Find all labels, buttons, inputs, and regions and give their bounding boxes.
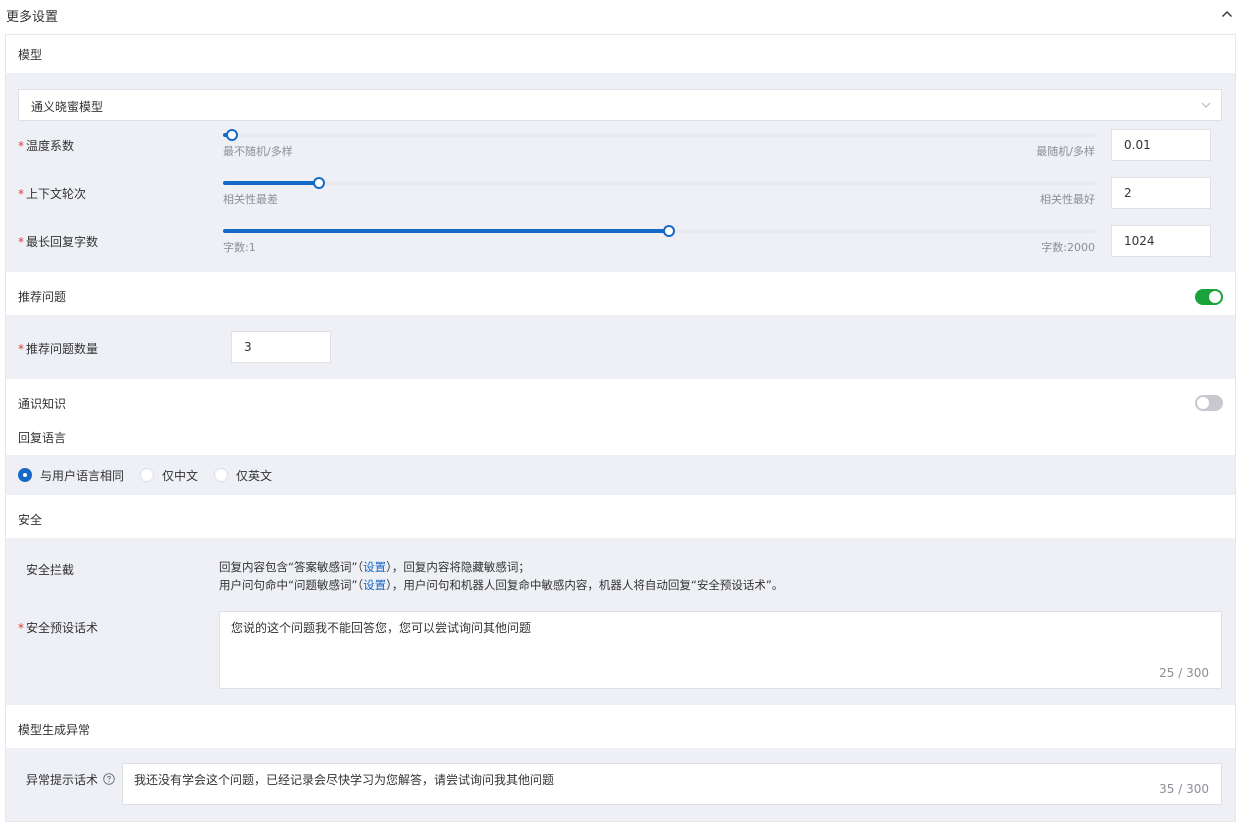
radio-same-as-user-label: 与用户语言相同 <box>40 469 125 483</box>
recommend-count-input[interactable]: 3 <box>231 331 331 363</box>
recommend-section-header: 推荐问题 <box>6 272 1235 315</box>
more-settings-header[interactable]: 更多设置 <box>0 0 1244 30</box>
section-title-reply-language: 回复语言 <box>18 431 67 445</box>
exception-hint-textarea[interactable]: 我还没有学会这个问题，已经记录会尽快学习为您解答，请尝试询问我其他问题 35 /… <box>122 763 1222 805</box>
radio-english-only-label: 仅英文 <box>236 469 273 483</box>
security-section-header: 安全 <box>6 495 1235 538</box>
knowledge-section: 通识知识 回复语言 <box>6 379 1235 455</box>
security-block-label: 安全拦截 <box>26 563 75 577</box>
temperature-max-hint: 最随机/多样 <box>1036 145 1095 158</box>
model-select[interactable]: 通义晓蜜模型 <box>18 89 1222 121</box>
exception-hint-label: 异常提示话术 <box>26 773 99 787</box>
question-sensitive-settings-link[interactable]: 设置 <box>363 578 386 592</box>
chevron-up-icon[interactable] <box>1219 6 1235 22</box>
max-reply-length-slider-fill <box>223 229 670 233</box>
context-rounds-label: * 上下文轮次 <box>18 187 87 201</box>
temperature-input[interactable]: 0.01 <box>1111 129 1211 161</box>
security-preset-textarea[interactable]: 您说的这个问题我不能回答您，您可以尝试询问其他问题 25 / 300 <box>219 611 1222 689</box>
radio-same-as-user-dot[interactable] <box>18 468 32 482</box>
temperature-slider-thumb[interactable] <box>225 129 238 141</box>
section-title-security: 安全 <box>18 513 43 527</box>
max-reply-length-label: * 最长回复字数 <box>18 235 99 249</box>
radio-chinese-only-dot[interactable] <box>140 468 154 482</box>
exception-section-header: 模型生成异常 <box>6 705 1235 748</box>
section-title-exception: 模型生成异常 <box>18 723 91 737</box>
security-block-line1: 回复内容包含“答案敏感词”（设置），回复内容将隐藏敏感词； <box>219 560 530 574</box>
recommend-toggle[interactable] <box>1195 289 1223 305</box>
model-section-header: 模型 <box>6 35 1235 73</box>
max-reply-length-max-hint: 字数:2000 <box>1041 241 1095 254</box>
radio-chinese-only-label: 仅中文 <box>162 469 199 483</box>
help-icon[interactable] <box>103 773 115 785</box>
context-rounds-max-hint: 相关性最好 <box>1040 193 1095 206</box>
chevron-down-icon <box>1201 102 1211 108</box>
max-reply-length-slider[interactable] <box>223 225 1095 237</box>
temperature-label: * 温度系数 <box>18 139 75 153</box>
context-rounds-slider-thumb[interactable] <box>312 177 325 189</box>
section-title-knowledge: 通识知识 <box>18 397 67 411</box>
max-reply-length-input[interactable]: 1024 <box>1111 225 1211 257</box>
temperature-min-hint: 最不随机/多样 <box>223 145 293 158</box>
exception-hint-text: 我还没有学会这个问题，已经记录会尽快学习为您解答，请尝试询问我其他问题 <box>134 773 555 787</box>
radio-english-only-dot[interactable] <box>214 468 228 482</box>
max-reply-length-min-hint: 字数:1 <box>223 241 256 254</box>
context-rounds-slider[interactable] <box>223 177 1095 189</box>
security-preset-label: * 安全预设话术 <box>18 621 99 635</box>
page-title: 更多设置 <box>6 10 59 25</box>
security-preset-text: 您说的这个问题我不能回答您，您可以尝试询问其他问题 <box>231 621 532 635</box>
temperature-slider[interactable] <box>223 129 1095 141</box>
context-rounds-min-hint: 相关性最差 <box>223 193 278 206</box>
context-rounds-input[interactable]: 2 <box>1111 177 1211 209</box>
answer-sensitive-settings-link[interactable]: 设置 <box>363 560 386 574</box>
recommend-count-label: * 推荐问题数量 <box>18 342 99 356</box>
section-title-recommend: 推荐问题 <box>18 290 67 304</box>
recommend-section-body <box>6 315 1235 379</box>
exception-hint-counter: 35 / 300 <box>1159 782 1209 796</box>
security-block-line2: 用户问句命中“问题敏感词”（设置），用户问句和机器人回复命中敏感内容，机器人将自… <box>219 578 784 592</box>
knowledge-toggle[interactable] <box>1195 395 1223 411</box>
model-select-value: 通义晓蜜模型 <box>31 100 104 114</box>
context-rounds-slider-fill <box>223 181 319 185</box>
section-title-model: 模型 <box>18 48 43 62</box>
security-preset-counter: 25 / 300 <box>1159 666 1209 680</box>
